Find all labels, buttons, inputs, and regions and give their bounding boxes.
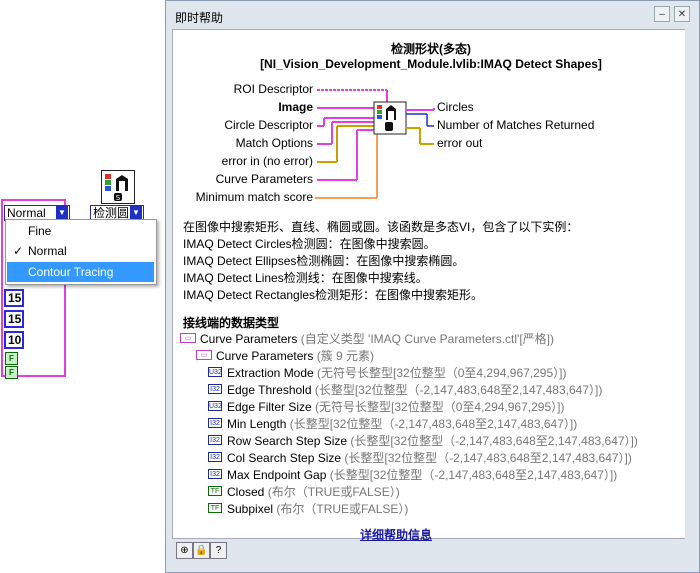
input-error-in: error in (no error) xyxy=(221,154,313,168)
svg-text:S: S xyxy=(116,194,121,202)
tree-row-label: Min Length (长整型[32位整型（-2,147,483,648至2,1… xyxy=(227,415,577,432)
terminal-name: Row Search Step Size xyxy=(227,434,348,448)
vi-path: [NI_Vision_Development_Module.lvlib:IMAQ… xyxy=(260,57,602,71)
close-button[interactable]: ✕ xyxy=(674,6,690,22)
input-minimum-match-score: Minimum match score xyxy=(195,190,313,204)
menu-item-fine[interactable]: Fine xyxy=(7,221,154,241)
i32-type-icon: I32 xyxy=(208,435,222,445)
cluster-type-icon: ▭ xyxy=(180,333,196,343)
i32-type-icon: I32 xyxy=(208,452,222,462)
tree-row-label: Closed (布尔（TRUE或FALSE）) xyxy=(227,483,400,500)
terminal-name: Subpixel xyxy=(227,502,274,516)
terminal-type: (无符号长整型[32位整型（0至4,294,967,295）]) xyxy=(311,400,565,414)
extraction-mode-dropdown-menu: Fine ✓ Normal Contour Tracing xyxy=(5,219,157,285)
description-line: IMAQ Detect Ellipses检测椭圆：在图像中搜索椭圆。 xyxy=(183,254,465,268)
terminal-type: (自定义类型 'IMAQ Curve Parameters.ctl'[严格]) xyxy=(297,332,554,346)
input-circle-descriptor: Circle Descriptor xyxy=(224,118,313,132)
tree-row-label: Row Search Step Size (长整型[32位整型（-2,147,4… xyxy=(227,432,638,449)
tf-type-icon: TF xyxy=(208,486,222,496)
tree-row-label: Curve Parameters (自定义类型 'IMAQ Curve Para… xyxy=(200,330,554,347)
terminal-name: Extraction Mode xyxy=(227,366,314,380)
terminal-type: (布尔（TRUE或FALSE）) xyxy=(264,485,400,499)
output-number-of-matches: Number of Matches Returned xyxy=(437,118,595,132)
extraction-mode-value: Normal xyxy=(7,206,46,220)
vi-heading: 检测形状(多态) xyxy=(391,42,471,56)
input-image: Image xyxy=(278,100,313,114)
output-error-out: error out xyxy=(437,136,483,150)
vi-glyph-icon: S xyxy=(105,174,128,202)
tree-row-label: Extraction Mode (无符号长整型[32位整型（0至4,294,96… xyxy=(227,364,566,381)
i32-type-icon: I32 xyxy=(208,384,222,394)
cluster-type-icon: ▭ xyxy=(196,350,212,360)
terminal-name: Edge Threshold xyxy=(227,383,312,397)
menu-item-contour-tracing[interactable]: Contour Tracing xyxy=(7,262,154,282)
input-curve-parameters: Curve Parameters xyxy=(215,172,313,186)
detailed-help-link[interactable]: 详细帮助信息 xyxy=(360,528,432,542)
terminal-name: Max Endpoint Gap xyxy=(227,468,327,482)
terminal-type: (簇 9 元素) xyxy=(313,349,375,363)
terminal-type: (长整型[32位整型（-2,147,483,648至2,147,483,647）… xyxy=(286,417,578,431)
numeric-constant[interactable]: 15 xyxy=(4,289,24,307)
u32-type-icon: U32 xyxy=(208,401,222,411)
numeric-constant[interactable]: 10 xyxy=(4,331,24,349)
help-question-icon[interactable]: ? xyxy=(210,542,227,559)
terminal-type: (长整型[32位整型（-2,147,483,648至2,147,483,647）… xyxy=(341,451,632,465)
check-icon: ✓ xyxy=(13,244,24,258)
tree-row-label: Curve Parameters (簇 9 元素) xyxy=(216,347,374,364)
minimize-button[interactable]: – xyxy=(654,6,670,22)
terminal-type: (布尔（TRUE或FALSE）) xyxy=(273,502,409,516)
detailed-help-link-row: 详细帮助信息 xyxy=(172,526,620,543)
terminal-name: Edge Filter Size xyxy=(227,400,312,414)
numeric-constant[interactable]: 15 xyxy=(4,310,24,328)
u32-type-icon: U32 xyxy=(208,367,222,377)
terminal-type: (长整型[32位整型（-2,147,483,648至2,147,483,647）… xyxy=(326,468,618,482)
input-roi-descriptor: ROI Descriptor xyxy=(233,82,313,96)
tree-row-label: Col Search Step Size (长整型[32位整型（-2,147,4… xyxy=(227,449,632,466)
terminal-type: (长整型[32位整型（-2,147,483,648至2,147,483,647）… xyxy=(311,383,603,397)
chevron-down-icon[interactable]: ▼ xyxy=(56,206,68,219)
i32-type-icon: I32 xyxy=(208,469,222,479)
description-line: IMAQ Detect Lines检测线：在图像中搜索线。 xyxy=(183,271,428,285)
description-line: IMAQ Detect Rectangles检测矩形：在图像中搜索矩形。 xyxy=(183,288,484,302)
tree-row-label: Edge Threshold (长整型[32位整型（-2,147,483,648… xyxy=(227,381,602,398)
i32-type-icon: I32 xyxy=(208,418,222,428)
input-match-options: Match Options xyxy=(235,136,313,150)
terminal-name: Closed xyxy=(227,485,265,499)
terminal-name: Curve Parameters xyxy=(200,332,298,346)
lock-icon[interactable]: 🔒 xyxy=(193,542,210,559)
section-title: 接线端的数据类型 xyxy=(183,316,280,330)
chevron-down-icon[interactable]: ▼ xyxy=(130,206,142,219)
window-title: 即时帮助 xyxy=(175,11,224,25)
terminal-name: Min Length xyxy=(227,417,287,431)
tree-row-label: Max Endpoint Gap (长整型[32位整型（-2,147,483,6… xyxy=(227,466,617,483)
boolean-constant[interactable]: F xyxy=(5,366,18,379)
terminal-name: Col Search Step Size xyxy=(227,451,342,465)
show-optional-terminals-button[interactable]: ⊕ xyxy=(176,542,193,559)
menu-item-normal[interactable]: ✓ Normal xyxy=(7,241,154,261)
terminal-name: Curve Parameters xyxy=(216,349,314,363)
detect-shapes-vi-icon[interactable]: S xyxy=(101,170,135,204)
tf-type-icon: TF xyxy=(208,503,222,513)
description-line: IMAQ Detect Circles检测圆：在图像中搜索圆。 xyxy=(183,237,436,251)
boolean-constant[interactable]: F xyxy=(5,352,18,365)
output-circles: Circles xyxy=(437,100,474,114)
tree-row-label: Edge Filter Size (无符号长整型[32位整型（0至4,294,9… xyxy=(227,398,564,415)
description-line: 在图像中搜索矩形、直线、椭圆或圆。该函数是多态VI，包含了以下实例： xyxy=(183,220,579,234)
terminal-type: (无符号长整型[32位整型（0至4,294,967,295）]) xyxy=(313,366,567,380)
tree-row-label: Subpixel (布尔（TRUE或FALSE）) xyxy=(227,500,408,517)
terminal-type: (长整型[32位整型（-2,147,483,648至2,147,483,647）… xyxy=(347,434,638,448)
